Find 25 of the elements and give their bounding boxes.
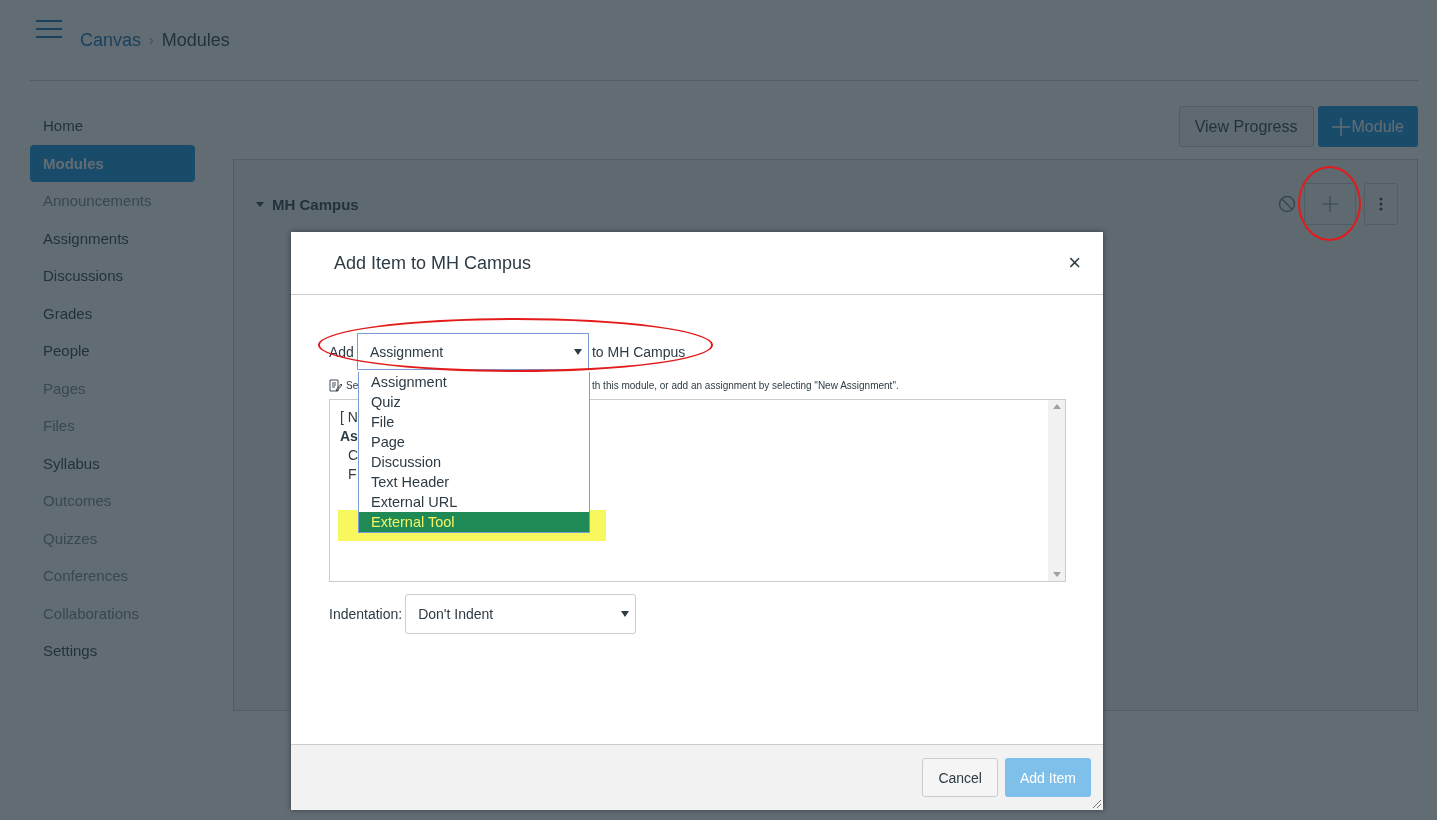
caret-down-icon: [621, 611, 630, 617]
scroll-down-icon[interactable]: [1052, 572, 1061, 577]
cancel-button[interactable]: Cancel: [922, 758, 998, 797]
dialog-title: Add Item to MH Campus: [334, 252, 533, 274]
indentation-label: Indentation:: [329, 606, 403, 622]
module-title: MH Campus: [272, 195, 360, 213]
caret-down-icon: [573, 348, 582, 355]
scrollbar[interactable]: [1048, 400, 1065, 581]
list-entry[interactable]: C: [340, 446, 359, 465]
add-item-button[interactable]: Add Item: [1004, 758, 1091, 797]
close-button[interactable]: ×: [1068, 250, 1081, 276]
edit-note-icon: [329, 379, 343, 392]
list-entry[interactable]: As: [340, 427, 358, 446]
hint-text: th this module, or add an assignment by selecting "New Assignment".: [592, 380, 900, 391]
breadcrumb-current: Modules: [161, 29, 230, 51]
add-label: Add: [329, 343, 354, 360]
breadcrumb-separator: ›: [149, 32, 154, 48]
list-entry[interactable]: F: [340, 465, 357, 484]
resize-handle-icon[interactable]: [1091, 798, 1101, 808]
list-entry[interactable]: [ N: [340, 408, 358, 427]
target-label: to MH Campus: [591, 343, 686, 360]
dropdown-option[interactable]: External Tool: [359, 512, 589, 532]
scroll-up-icon[interactable]: [1052, 404, 1061, 409]
hint-text: Se: [346, 380, 359, 391]
indentation-select[interactable]: Don't Indent: [405, 594, 637, 634]
